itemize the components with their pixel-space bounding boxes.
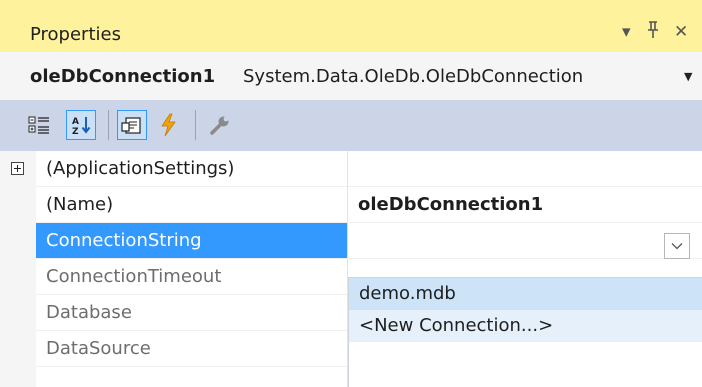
chevron-down-icon (671, 243, 683, 250)
window-title: Properties (30, 24, 121, 45)
object-selector[interactable]: oleDbConnection1 System.Data.OleDb.OleDb… (0, 52, 702, 100)
properties-icon[interactable] (117, 110, 147, 140)
pin-icon[interactable] (646, 21, 660, 45)
property-pages-wrench-icon[interactable] (205, 110, 235, 140)
object-name: oleDbConnection1 (30, 66, 216, 87)
property-name: DataSource (36, 331, 347, 367)
window-menu-dropdown-icon[interactable]: ▾ (622, 21, 631, 43)
property-value[interactable] (348, 151, 702, 187)
dropdown-option-new-connection[interactable]: <New Connection...> (349, 310, 702, 342)
property-value[interactable]: oleDbConnection1 (348, 187, 702, 223)
svg-text:A: A (72, 117, 79, 127)
properties-window: Properties ▾ ✕ oleDbConnection1 System.D… (0, 0, 702, 387)
property-row-connectionstring[interactable]: ConnectionString (36, 223, 702, 259)
object-selector-dropdown-icon[interactable]: ▼ (684, 66, 692, 88)
categorized-icon[interactable] (24, 110, 54, 140)
connectionstring-dropdown-list: demo.mdb <New Connection...> (348, 277, 702, 387)
property-name: ConnectionTimeout (36, 259, 347, 295)
title-bar: Properties ▾ ✕ (0, 0, 702, 52)
toolbar-separator (195, 110, 196, 140)
property-name: Database (36, 295, 347, 331)
property-name: (Name) (36, 187, 347, 223)
toolbar: A Z (0, 100, 702, 151)
grid-gutter (0, 151, 36, 387)
dropdown-option-demo-mdb[interactable]: demo.mdb (349, 278, 702, 310)
property-row-applicationsettings[interactable]: (ApplicationSettings) (36, 151, 702, 187)
property-name: ConnectionString (36, 223, 347, 259)
property-value[interactable] (348, 223, 702, 259)
connectionstring-dropdown-button[interactable] (664, 233, 690, 259)
alphabetical-sort-icon[interactable]: A Z (66, 110, 96, 140)
close-icon[interactable]: ✕ (674, 21, 688, 43)
toolbar-separator (108, 110, 109, 140)
property-name: (ApplicationSettings) (36, 151, 347, 187)
object-type: System.Data.OleDb.OleDbConnection (243, 66, 584, 87)
expand-plus-icon[interactable] (11, 162, 24, 175)
property-row-name[interactable]: (Name) oleDbConnection1 (36, 187, 702, 223)
svg-text:Z: Z (72, 127, 79, 136)
events-lightning-icon[interactable] (153, 110, 183, 140)
